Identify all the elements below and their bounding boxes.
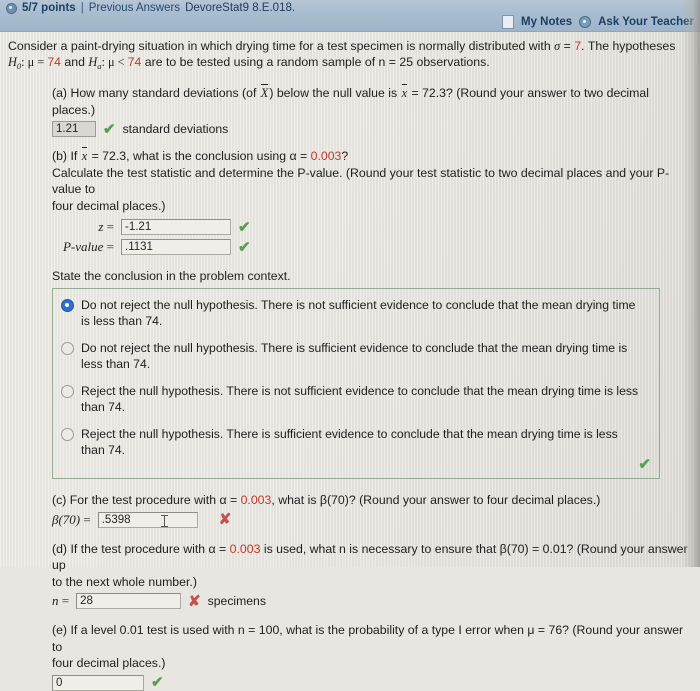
x-bar-symbol-a1: X — [260, 84, 269, 100]
part-b-line2: Calculate the test statistic and determi… — [52, 165, 670, 197]
sample-size-label: n = — [52, 593, 70, 608]
part-c-answer-row: β(70) = ✘ — [52, 511, 692, 528]
homework-page: 5/7 points | Previous Answers DevoreStat… — [0, 0, 700, 691]
part-b-suffix: ? — [341, 149, 349, 163]
header-right-group: My Notes Ask Your Teacher — [502, 15, 694, 29]
part-a-label: (a) — [52, 86, 68, 100]
question-header-bar: 5/7 points | Previous Answers DevoreStat… — [0, 0, 700, 32]
part-d-question: (d) If the test procedure with α = 0.003… — [52, 541, 692, 591]
part-d-answer-row: n = ✘ specimens — [52, 593, 692, 609]
h0-value: 74 — [47, 55, 61, 69]
x-bar-symbol-b: x — [81, 147, 88, 163]
radio-button-icon-3[interactable] — [61, 385, 74, 398]
part-d-line2: to the next whole number.) — [52, 574, 197, 589]
part-b-line3: four decimal places.) — [52, 198, 166, 213]
radio-option-2[interactable]: Do not reject the null hypothesis. There… — [61, 340, 649, 372]
header-separator: | — [80, 2, 84, 14]
part-a-unit-label: standard deviations — [122, 122, 229, 136]
part-a-mid: ) below the null value is — [269, 86, 401, 100]
radio-option-3-label: Reject the null hypothesis. There is not… — [81, 384, 639, 414]
part-d-incorrect-icon: ✘ — [188, 592, 201, 610]
part-c-suffix: , what is β(70)? (Round your answer to f… — [271, 493, 601, 507]
z-statistic-input[interactable] — [121, 219, 231, 235]
part-b-question: (b) If x = 72.3, what is the conclusion … — [52, 147, 692, 214]
notes-page-icon — [502, 15, 514, 29]
part-c-label: (c) — [52, 493, 67, 507]
part-d-prefix: If the test procedure with α = — [70, 541, 230, 556]
radio-button-icon-4[interactable] — [61, 428, 74, 441]
radio-option-4[interactable]: Reject the null hypothesis. There is suf… — [61, 426, 649, 458]
stem-and: and — [61, 55, 89, 69]
radio-option-1-label: Do not reject the null hypothesis. There… — [81, 298, 636, 328]
beta-70-label: β(70) = — [52, 511, 91, 527]
part-b-mid: = 72.3, what is the conclusion using α = — [88, 149, 311, 163]
part-c-incorrect-icon: ✘ — [218, 511, 232, 528]
part-a-prefix: How many standard deviations (of — [70, 86, 260, 100]
radio-option-1[interactable]: Do not reject the null hypothesis. There… — [61, 297, 649, 329]
stem-text-2: . The hypotheses — [581, 39, 676, 53]
radio-option-2-label: Do not reject the null hypothesis. There… — [81, 341, 628, 371]
part-c-alpha-value: 0.003 — [240, 493, 272, 507]
header-left-group: 5/7 points | Previous Answers DevoreStat… — [6, 2, 295, 14]
h0-symbol: H — [8, 55, 17, 69]
p-value-input[interactable] — [121, 239, 231, 255]
radio-button-icon-1[interactable] — [61, 299, 74, 312]
my-notes-button[interactable]: My Notes — [521, 16, 572, 28]
part-e-label: (e) — [52, 623, 68, 637]
radio-button-icon-2[interactable] — [61, 342, 74, 355]
conclusion-correct-icon: ✔ — [638, 456, 651, 473]
radio-option-4-label: Reject the null hypothesis. There is suf… — [81, 427, 618, 457]
part-c-question: (c) For the test procedure with α = 0.00… — [52, 492, 692, 509]
part-b-alpha-value: 0.003 — [310, 149, 342, 163]
part-e-question: (e) If a level 0.01 test is used with n … — [52, 622, 692, 672]
part-a-correct-icon: ✔ — [103, 120, 116, 138]
part-e-line2: four decimal places.) — [52, 656, 166, 670]
h0-text: : μ = — [21, 55, 48, 69]
part-a-answer-row: ✔ standard deviations — [52, 121, 692, 137]
part-d-unit-label: specimens — [207, 594, 266, 608]
points-earned: 5/7 points — [22, 2, 76, 14]
part-e-answer-row: ✔ — [52, 674, 692, 691]
ask-your-teacher-button[interactable]: Ask Your Teacher — [598, 16, 694, 28]
stem-text-1: Consider a paint-drying situation in whi… — [8, 39, 555, 53]
ha-text: : μ < — [101, 55, 128, 69]
part-c-prefix: For the test procedure with α = — [69, 493, 241, 507]
part-b-prefix: If — [70, 149, 81, 163]
p-value-correct-icon: ✔ — [238, 238, 251, 256]
conclusion-prompt: State the conclusion in the problem cont… — [52, 269, 291, 283]
part-b-pvalue-row: P-value = ✔ — [52, 239, 692, 255]
part-a-answer-input[interactable] — [52, 121, 96, 137]
sample-size-input[interactable] — [76, 593, 182, 609]
part-a-question: (a) How many standard deviations (of X) … — [52, 84, 692, 118]
part-b-z-row: z = ✔ — [52, 219, 692, 235]
text-cursor-icon — [161, 514, 168, 527]
part-d-alpha-value: 0.003 — [229, 541, 261, 556]
stem-text-3: are to be tested using a random sample o… — [141, 55, 490, 69]
problem-statement: Consider a paint-drying situation in whi… — [8, 38, 692, 74]
question-bullet-icon — [6, 2, 17, 14]
conclusion-radio-group: Do not reject the null hypothesis. There… — [52, 288, 660, 479]
ha-symbol: H — [88, 55, 98, 69]
radio-option-3[interactable]: Reject the null hypothesis. There is not… — [61, 383, 649, 415]
question-content: Consider a paint-drying situation in whi… — [0, 31, 700, 691]
beta-70-input[interactable] — [97, 511, 198, 528]
part-d-label: (d) — [52, 541, 68, 556]
stem-equals-1: = — [560, 39, 575, 53]
ask-teacher-icon — [579, 16, 592, 28]
p-value-label: P-value = — [62, 239, 114, 254]
previous-answers-link[interactable]: Previous Answers — [89, 2, 180, 14]
z-statistic-label: z = — [98, 219, 114, 234]
ha-value: 74 — [127, 55, 142, 69]
type-i-error-input[interactable] — [52, 674, 144, 691]
x-bar-symbol-a2: x — [401, 84, 408, 100]
z-statistic-correct-icon: ✔ — [238, 218, 251, 236]
part-e-correct-icon: ✔ — [151, 674, 164, 691]
question-identifier: DevoreStat9 8.E.018. — [185, 2, 296, 14]
part-e-prefix: If a level 0.01 test is used with n = 10… — [52, 623, 684, 654]
sigma-value: 7 — [574, 39, 582, 53]
part-b-label: (b) — [52, 149, 68, 163]
